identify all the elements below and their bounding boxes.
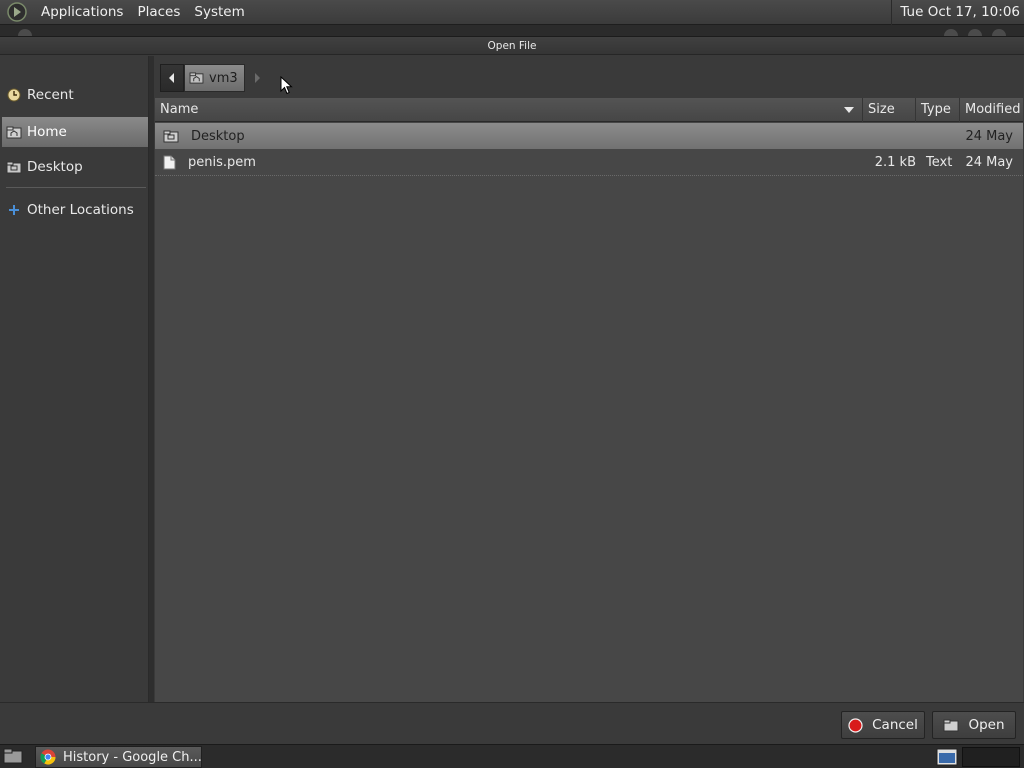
dialog-title[interactable]: Open File — [0, 37, 1024, 55]
folder-icon — [163, 130, 179, 143]
column-header-modified[interactable]: Modified — [960, 98, 1023, 122]
file-name: Desktop — [191, 128, 245, 144]
plus-icon — [6, 203, 22, 217]
sort-down-icon — [844, 107, 854, 113]
taskbar-item-chrome-history[interactable]: History - Google Ch... — [35, 746, 202, 768]
column-header-size[interactable]: Size — [863, 98, 916, 122]
file-type: Text — [926, 155, 953, 170]
open-folder-icon — [943, 719, 959, 732]
desktop-folder-icon — [6, 160, 22, 174]
sidebar-splitter[interactable] — [149, 56, 154, 702]
taskbar-item-label: History - Google Ch... — [63, 749, 202, 765]
home-folder-icon — [189, 72, 204, 84]
open-button[interactable]: Open — [932, 711, 1016, 739]
workspace-switcher[interactable] — [962, 747, 1020, 767]
sidebar-item-label: Other Locations — [27, 202, 134, 218]
column-header-type[interactable]: Type — [916, 98, 960, 122]
top-panel: Applications Places System Tue Oct 17, 1… — [0, 0, 1024, 25]
places-sidebar: Recent Home Desktop Other Locations — [2, 56, 149, 702]
file-list-header: Name Size Type Modified — [155, 98, 1023, 122]
column-header-label: Modified — [965, 102, 1021, 117]
path-crumb-label: vm3 — [209, 70, 238, 86]
chevron-left-icon — [169, 73, 174, 83]
file-size: 2.1 kB — [874, 155, 916, 170]
column-header-label: Name — [160, 102, 199, 117]
column-header-name[interactable]: Name — [155, 98, 863, 122]
cancel-button-label: Cancel — [872, 717, 918, 733]
file-modified: 24 May — [965, 155, 1013, 170]
chevron-right-icon — [254, 73, 260, 83]
path-bar: vm3 — [160, 64, 269, 92]
file-name: penis.pem — [188, 155, 256, 170]
dialog-action-bar: Cancel Open — [0, 702, 1024, 745]
sidebar-separator — [6, 187, 146, 188]
column-header-label: Type — [921, 102, 951, 117]
file-row[interactable]: penis.pem 2.1 kB Text 24 May — [155, 150, 1023, 176]
gnome-foot-icon[interactable] — [6, 1, 28, 23]
path-forward-button[interactable] — [245, 64, 269, 92]
show-desktop-icon[interactable] — [3, 748, 23, 764]
text-file-icon — [163, 155, 176, 170]
menu-places[interactable]: Places — [130, 4, 187, 20]
home-folder-icon — [6, 125, 22, 139]
column-header-label: Size — [868, 102, 895, 117]
sidebar-item-label: Recent — [27, 87, 74, 103]
path-back-button[interactable] — [160, 64, 184, 92]
sidebar-item-recent[interactable]: Recent — [2, 80, 148, 110]
chrome-icon — [40, 749, 56, 765]
mouse-cursor-icon — [280, 76, 293, 95]
open-button-label: Open — [968, 717, 1005, 733]
file-row[interactable]: Desktop 24 May — [155, 123, 1023, 149]
file-modified: 24 May — [965, 128, 1013, 144]
menu-applications[interactable]: Applications — [34, 4, 130, 20]
sidebar-item-label: Home — [27, 124, 67, 140]
sidebar-item-other-locations[interactable]: Other Locations — [2, 195, 148, 225]
open-file-dialog: Open File Recent Home Desktop Other Loca — [0, 36, 1024, 745]
menu-system[interactable]: System — [187, 4, 251, 20]
sidebar-item-home[interactable]: Home — [2, 117, 148, 147]
window-list-icon[interactable] — [936, 748, 958, 766]
clock[interactable]: Tue Oct 17, 10:06 — [891, 0, 1020, 25]
file-list: Name Size Type Modified Desktop 24 May p… — [155, 98, 1023, 702]
taskbar: History - Google Ch... — [0, 744, 1024, 768]
sidebar-item-desktop[interactable]: Desktop — [2, 152, 148, 182]
path-crumb-home[interactable]: vm3 — [184, 64, 245, 92]
recent-clock-icon — [6, 88, 22, 102]
cancel-button[interactable]: Cancel — [841, 711, 925, 739]
cancel-red-icon — [848, 717, 863, 733]
sidebar-item-label: Desktop — [27, 159, 83, 175]
